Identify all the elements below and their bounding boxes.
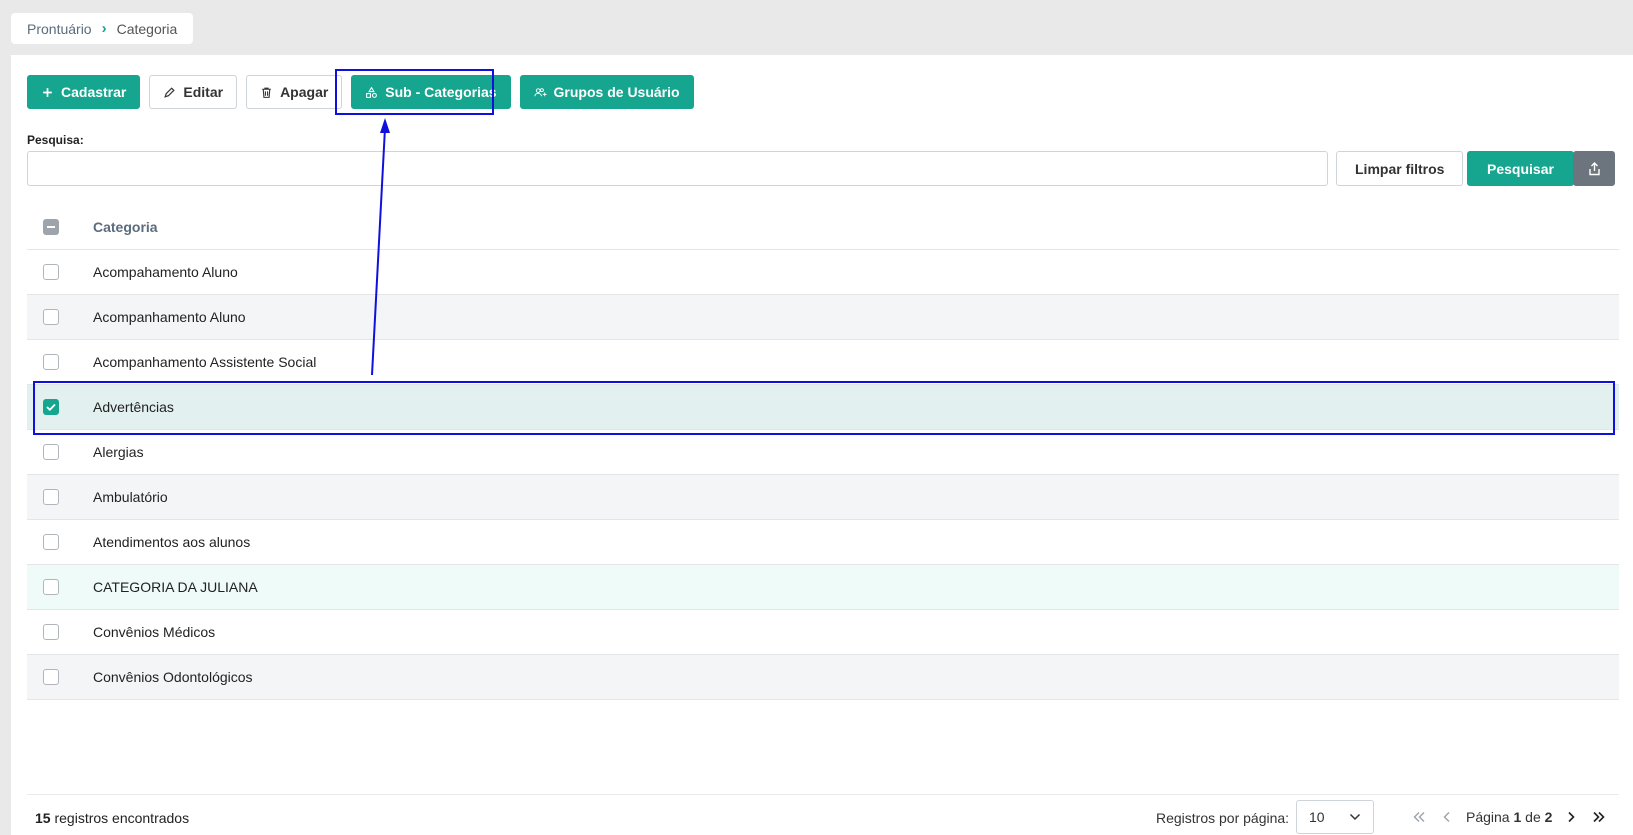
pagination: Página 1 de 2 [1410,800,1608,834]
check-icon [46,403,56,411]
cadastrar-label: Cadastrar [61,84,127,100]
column-header-categoria[interactable]: Categoria [93,219,158,235]
row-checkbox[interactable] [43,489,59,505]
next-page-icon[interactable] [1562,808,1580,826]
shapes-icon [366,86,378,98]
row-checkbox-cell [27,444,93,460]
chevron-right-icon: › [101,20,107,37]
chevron-down-icon [1349,813,1361,821]
row-checkbox[interactable] [43,309,59,325]
row-checkbox[interactable] [43,399,59,415]
row-checkbox[interactable] [43,669,59,685]
row-checkbox-cell [27,579,93,595]
cadastrar-button[interactable]: Cadastrar [27,75,141,109]
breadcrumb: Prontuário › Categoria [11,13,194,44]
search-input[interactable] [27,151,1328,186]
per-page-value: 10 [1309,809,1325,825]
row-category-label: Acompanhamento Assistente Social [93,354,317,370]
table-header: Categoria [27,204,1619,250]
grupos-usuario-button[interactable]: Grupos de Usuário [519,75,694,109]
editar-button[interactable]: Editar [149,75,238,109]
page-word: Página [1466,809,1510,825]
first-page-icon[interactable] [1410,808,1428,826]
breadcrumb-root[interactable]: Prontuário [27,21,92,37]
table-row[interactable]: Acompanhamento Assistente Social [27,340,1619,385]
last-page-icon[interactable] [1590,808,1608,826]
previous-page-icon[interactable] [1438,808,1456,826]
categoria-table: Categoria Acompahamento Aluno Acompanhame… [27,204,1619,700]
records-count-suffix: registros encontrados [54,810,190,826]
table-row[interactable]: Ambulatório [27,475,1619,520]
pesquisar-button[interactable]: Pesquisar [1467,151,1574,186]
row-category-label: Alergias [93,444,144,460]
row-checkbox-cell [27,354,93,370]
row-checkbox[interactable] [43,354,59,370]
search-label: Pesquisa: [27,133,84,147]
row-checkbox-cell [27,399,93,415]
row-checkbox-cell [27,534,93,550]
apagar-label: Apagar [280,84,329,100]
row-category-label: Acompahamento Aluno [93,264,238,280]
row-category-label: Advertências [93,399,174,415]
row-checkbox-cell [27,264,93,280]
row-checkbox-cell [27,489,93,505]
row-category-label: Acompanhamento Aluno [93,309,246,325]
row-category-label: CATEGORIA DA JULIANA [93,579,258,595]
row-checkbox[interactable] [43,534,59,550]
table-row[interactable]: Acompahamento Aluno [27,250,1619,295]
row-checkbox-cell [27,669,93,685]
export-button[interactable] [1573,151,1615,186]
table-body: Acompahamento Aluno Acompanhamento Aluno A… [27,250,1619,700]
table-row[interactable]: Convênios Médicos [27,610,1619,655]
header-checkbox-cell [27,218,93,235]
toolbar: Cadastrar Editar Apagar Sub - Categorias… [27,75,694,109]
records-count: 15 registros encontrados [35,810,189,826]
trash-icon [262,87,271,98]
row-category-label: Convênios Médicos [93,624,216,640]
table-row[interactable]: Advertências [27,385,1619,430]
table-row[interactable]: Atendimentos aos alunos [27,520,1619,565]
select-all-checkbox[interactable] [43,218,59,235]
editar-label: Editar [183,84,224,100]
per-page-label: Registros por página: [1156,810,1290,826]
apagar-button[interactable]: Apagar [246,75,343,109]
row-checkbox-cell [27,624,93,640]
breadcrumb-current: Categoria [116,20,178,37]
table-row[interactable]: Acompanhamento Aluno [27,295,1619,340]
row-checkbox[interactable] [43,444,59,460]
sub-categorias-label: Sub - Categorias [385,84,497,100]
footer-divider [27,794,1619,795]
page-total: 2 [1544,809,1553,825]
page-indicator: Página 1 de 2 [1466,809,1552,825]
limpar-filtros-button[interactable]: Limpar filtros [1336,151,1464,186]
row-checkbox[interactable] [43,264,59,280]
table-row[interactable]: Convênios Odontológicos [27,655,1619,700]
users-plus-icon [534,87,547,96]
row-category-label: Convênios Odontológicos [93,669,253,685]
share-icon [1588,161,1600,175]
page-current: 1 [1513,809,1522,825]
row-category-label: Atendimentos aos alunos [93,534,251,550]
row-checkbox[interactable] [43,624,59,640]
row-checkbox-cell [27,309,93,325]
per-page-select[interactable]: 10 [1296,800,1374,834]
table-row[interactable]: CATEGORIA DA JULIANA [27,565,1619,610]
pencil-icon [164,86,176,98]
records-count-number: 15 [35,810,51,826]
sub-categorias-button[interactable]: Sub - Categorias [351,75,511,109]
table-row[interactable]: Alergias [27,430,1619,475]
page-of: de [1525,809,1541,825]
row-category-label: Ambulatório [93,489,168,505]
row-checkbox[interactable] [43,579,59,595]
plus-icon [43,87,52,97]
grupos-usuario-label: Grupos de Usuário [553,84,680,100]
